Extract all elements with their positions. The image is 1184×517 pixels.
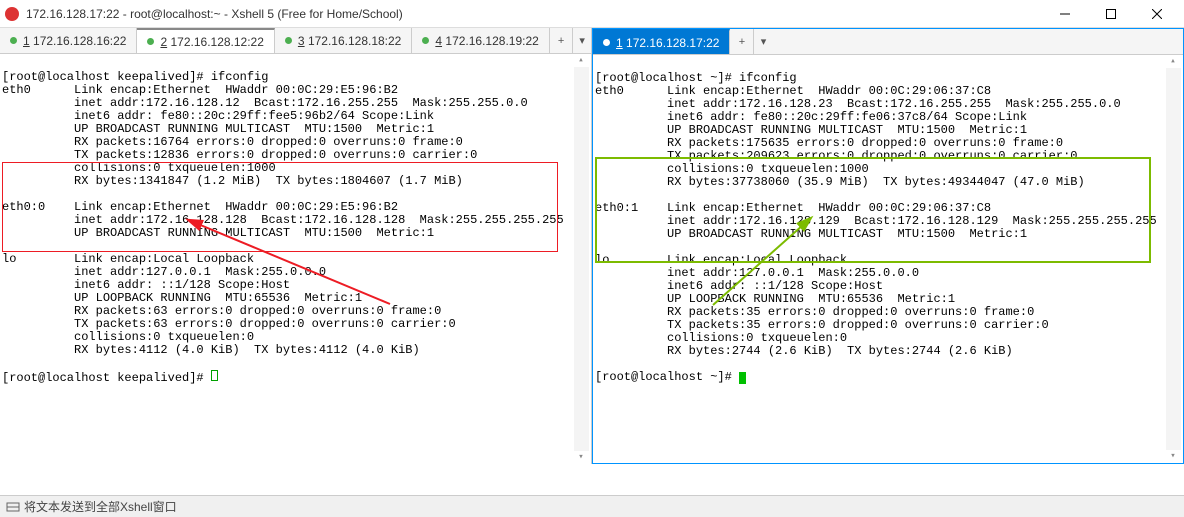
tab-menu-button[interactable]: ▾ [754,29,772,54]
terminal-line: UP LOOPBACK RUNNING MTU:65536 Metric:1 [2,291,362,305]
terminal-line: UP BROADCAST RUNNING MULTICAST MTU:1500 … [595,123,1027,137]
tab-menu-button[interactable]: ▾ [573,28,591,53]
terminal-line: TX packets:35 errors:0 dropped:0 overrun… [595,318,1049,332]
cursor-icon [739,372,746,384]
terminal-line: inet6 addr: fe80::20c:29ff:fee5:96b2/64 … [2,109,434,123]
status-dot-icon [422,37,429,44]
minimize-button[interactable] [1042,0,1088,28]
scroll-track[interactable] [1166,68,1181,450]
terminal-line: UP LOOPBACK RUNNING MTU:65536 Metric:1 [595,292,955,306]
window-title: 172.16.128.17:22 - root@localhost:~ - Xs… [26,7,1042,21]
scroll-up-icon[interactable]: ▴ [578,54,583,67]
tab-4[interactable]: 4 172.16.128.19:22 [412,28,549,53]
tab-3[interactable]: 3 172.16.128.18:22 [275,28,412,53]
terminal-line: RX bytes:1341847 (1.2 MiB) TX bytes:1804… [2,174,463,188]
terminal-line: UP BROADCAST RUNNING MULTICAST MTU:1500 … [2,226,434,240]
scrollbar[interactable]: ▴ ▾ [1165,55,1181,463]
terminal-line: inet addr:172.16.128.12 Bcast:172.16.255… [2,96,528,110]
split-panes: 1 172.16.128.16:22 2 172.16.128.12:22 3 … [0,28,1184,464]
tab-1-right[interactable]: 1 172.16.128.17:22 [593,29,730,54]
tab-2[interactable]: 2 172.16.128.12:22 [137,28,274,53]
terminal-line: collisions:0 txqueuelen:0 [2,330,254,344]
right-terminal[interactable]: [root@localhost ~]# ifconfig eth0 Link e… [593,55,1183,463]
terminal-line: eth0 Link encap:Ethernet HWaddr 00:0C:29… [595,84,991,98]
tab-1[interactable]: 1 172.16.128.16:22 [0,28,137,53]
window-titlebar: 172.16.128.17:22 - root@localhost:~ - Xs… [0,0,1184,28]
terminal-line: UP BROADCAST RUNNING MULTICAST MTU:1500 … [595,227,1027,241]
terminal-line: RX bytes:37738060 (35.9 MiB) TX bytes:49… [595,175,1085,189]
terminal-line: lo Link encap:Local Loopback [595,253,847,267]
terminal-line: inet6 addr: ::1/128 Scope:Host [595,279,883,293]
terminal-line: eth0 Link encap:Ethernet HWaddr 00:0C:29… [2,83,398,97]
terminal-prompt: [root@localhost ~]# [595,370,739,384]
status-dot-icon [10,37,17,44]
right-tabstrip: 1 172.16.128.17:22 + ▾ [593,29,1183,55]
broadcast-icon [6,500,20,514]
terminal-line: inet addr:127.0.0.1 Mask:255.0.0.0 [595,266,919,280]
terminal-line: RX bytes:4112 (4.0 KiB) TX bytes:4112 (4… [2,343,420,357]
terminal-line: eth0:1 Link encap:Ethernet HWaddr 00:0C:… [595,201,991,215]
terminal-line: inet6 addr: fe80::20c:29ff:fe06:37c8/64 … [595,110,1027,124]
close-button[interactable] [1134,0,1180,28]
left-pane: 1 172.16.128.16:22 2 172.16.128.12:22 3 … [0,28,592,464]
terminal-line: inet addr:172.16.128.23 Bcast:172.16.255… [595,97,1121,111]
terminal-line: [root@localhost keepalived]# ifconfig [2,70,268,84]
terminal-line: collisions:0 txqueuelen:1000 [595,162,869,176]
terminal-line: TX packets:209623 errors:0 dropped:0 ove… [595,149,1077,163]
terminal-line: TX packets:12836 errors:0 dropped:0 over… [2,148,477,162]
terminal-line: RX packets:16764 errors:0 dropped:0 over… [2,135,463,149]
terminal-line: UP BROADCAST RUNNING MULTICAST MTU:1500 … [2,122,434,136]
terminal-line: RX packets:63 errors:0 dropped:0 overrun… [2,304,441,318]
terminal-line: inet addr:127.0.0.1 Mask:255.0.0.0 [2,265,326,279]
terminal-line: inet addr:172.16.128.128 Bcast:172.16.12… [2,213,564,227]
terminal-line: RX packets:35 errors:0 dropped:0 overrun… [595,305,1034,319]
terminal-line: collisions:0 txqueuelen:0 [595,331,847,345]
status-dot-icon [603,39,610,46]
terminal-line: inet addr:172.16.128.129 Bcast:172.16.12… [595,214,1157,228]
scroll-down-icon[interactable]: ▾ [578,451,583,464]
terminal-line: lo Link encap:Local Loopback [2,252,254,266]
scroll-track[interactable] [574,67,589,451]
terminal-prompt: [root@localhost keepalived]# [2,371,211,385]
terminal-line: collisions:0 txqueuelen:1000 [2,161,276,175]
terminal-line: inet6 addr: ::1/128 Scope:Host [2,278,290,292]
new-tab-button[interactable]: + [550,28,574,53]
terminal-line: RX packets:175635 errors:0 dropped:0 ove… [595,136,1063,150]
scroll-up-icon[interactable]: ▴ [1170,55,1175,68]
terminal-line: TX packets:63 errors:0 dropped:0 overrun… [2,317,456,331]
left-tabstrip: 1 172.16.128.16:22 2 172.16.128.12:22 3 … [0,28,591,54]
scroll-down-icon[interactable]: ▾ [1170,450,1175,463]
status-text: 将文本发送到全部Xshell窗口 [24,498,177,515]
right-pane: 1 172.16.128.17:22 + ▾ [root@localhost ~… [592,28,1184,464]
status-dot-icon [285,37,292,44]
new-tab-button[interactable]: + [730,29,754,54]
status-dot-icon [147,38,154,45]
left-terminal[interactable]: [root@localhost keepalived]# ifconfig et… [0,54,591,464]
terminal-line: RX bytes:2744 (2.6 KiB) TX bytes:2744 (2… [595,344,1013,358]
app-icon [4,6,20,22]
terminal-line: [root@localhost ~]# ifconfig [595,71,797,85]
maximize-button[interactable] [1088,0,1134,28]
terminal-line: eth0:0 Link encap:Ethernet HWaddr 00:0C:… [2,200,398,214]
status-bar: 将文本发送到全部Xshell窗口 [0,495,1184,517]
scrollbar[interactable]: ▴ ▾ [573,54,589,464]
